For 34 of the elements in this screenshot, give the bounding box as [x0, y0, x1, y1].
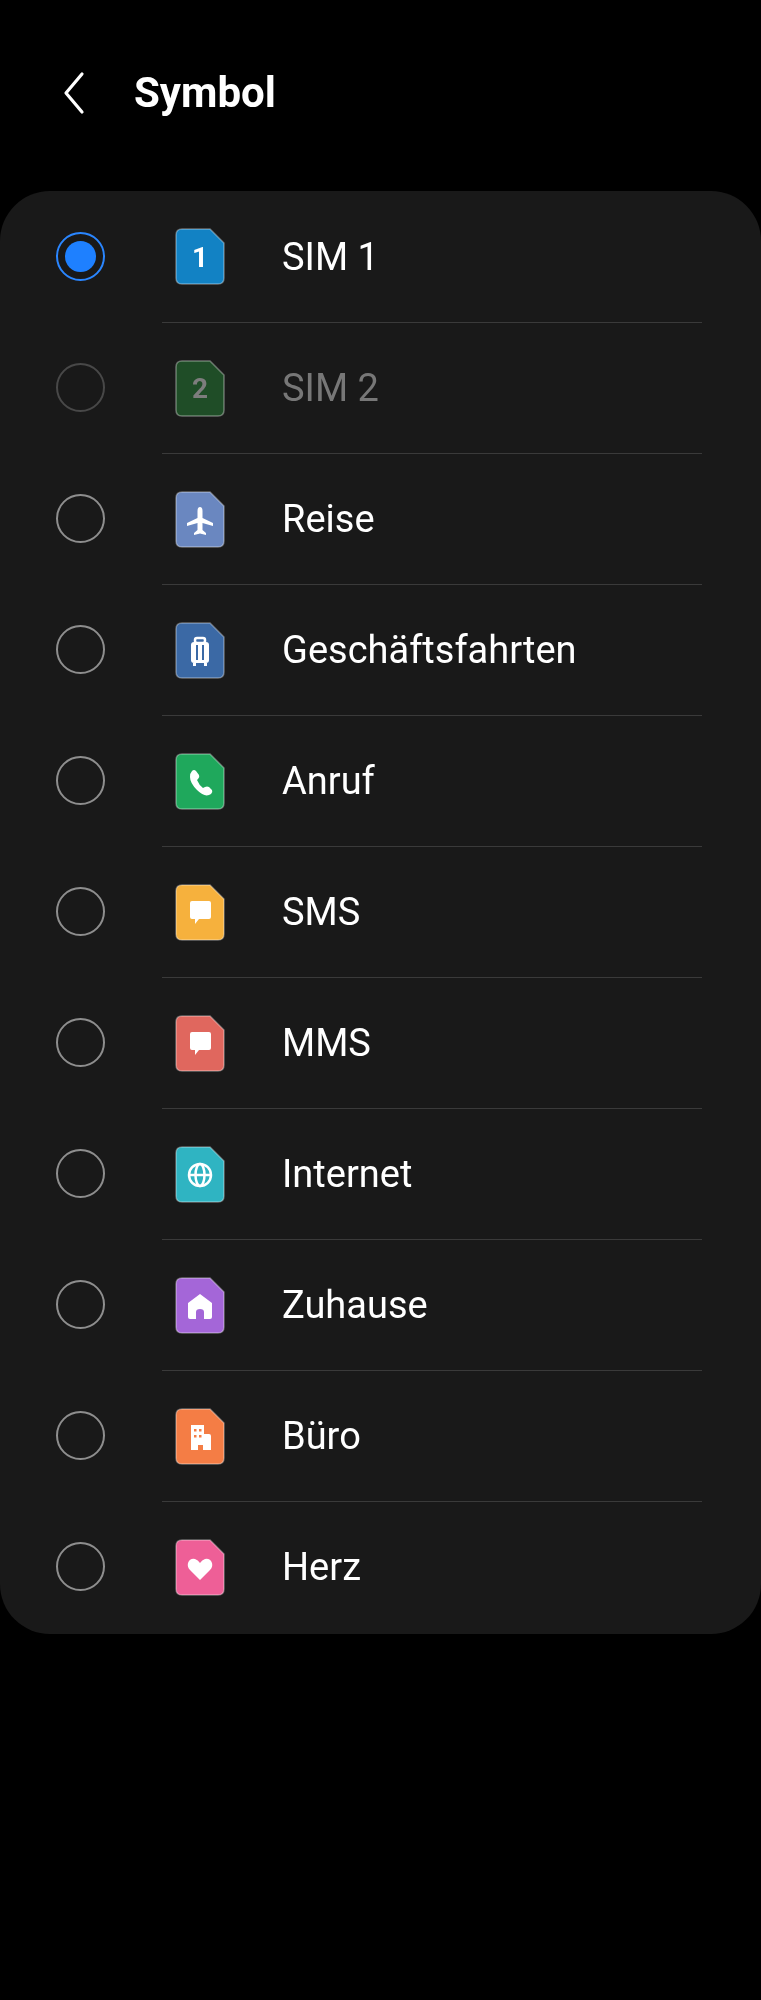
- radio-button[interactable]: [56, 1280, 105, 1329]
- phone-icon: [175, 752, 225, 810]
- chat-bubble-icon: [175, 1014, 225, 1072]
- option-label: Reise: [282, 500, 375, 538]
- radio-button[interactable]: [56, 494, 105, 543]
- sim-number: 1: [190, 239, 210, 276]
- radio-button[interactable]: [56, 232, 105, 281]
- building-icon: [175, 1407, 225, 1465]
- option-label: Anruf: [282, 762, 375, 800]
- radio-button[interactable]: [56, 887, 105, 936]
- radio-button[interactable]: [56, 1149, 105, 1198]
- radio-button[interactable]: [56, 756, 105, 805]
- airplane-icon: [175, 490, 225, 548]
- radio-button[interactable]: [56, 625, 105, 674]
- option-label: SMS: [282, 893, 361, 931]
- radio-button[interactable]: [56, 1542, 105, 1591]
- sim-number: 2: [190, 371, 210, 407]
- back-chevron-icon: [63, 70, 85, 115]
- suitcase-icon: [175, 621, 225, 679]
- option-label: Zuhause: [282, 1286, 428, 1324]
- option-label: Geschäftsfahrten: [282, 631, 577, 669]
- option-label: Herz: [282, 1548, 361, 1586]
- house-icon: [175, 1276, 225, 1334]
- option-label: MMS: [282, 1024, 371, 1062]
- globe-icon: [175, 1145, 225, 1203]
- chat-bubble-icon: [175, 883, 225, 941]
- option-label: Büro: [282, 1417, 361, 1455]
- page-title: Symbol: [134, 71, 276, 114]
- radio-button[interactable]: [56, 1411, 105, 1460]
- radio-button[interactable]: [56, 1018, 105, 1067]
- heart-icon: [175, 1538, 225, 1596]
- option-label: SIM 1: [282, 237, 379, 276]
- option-label: SIM 2: [282, 369, 379, 407]
- option-label: Internet: [282, 1155, 413, 1193]
